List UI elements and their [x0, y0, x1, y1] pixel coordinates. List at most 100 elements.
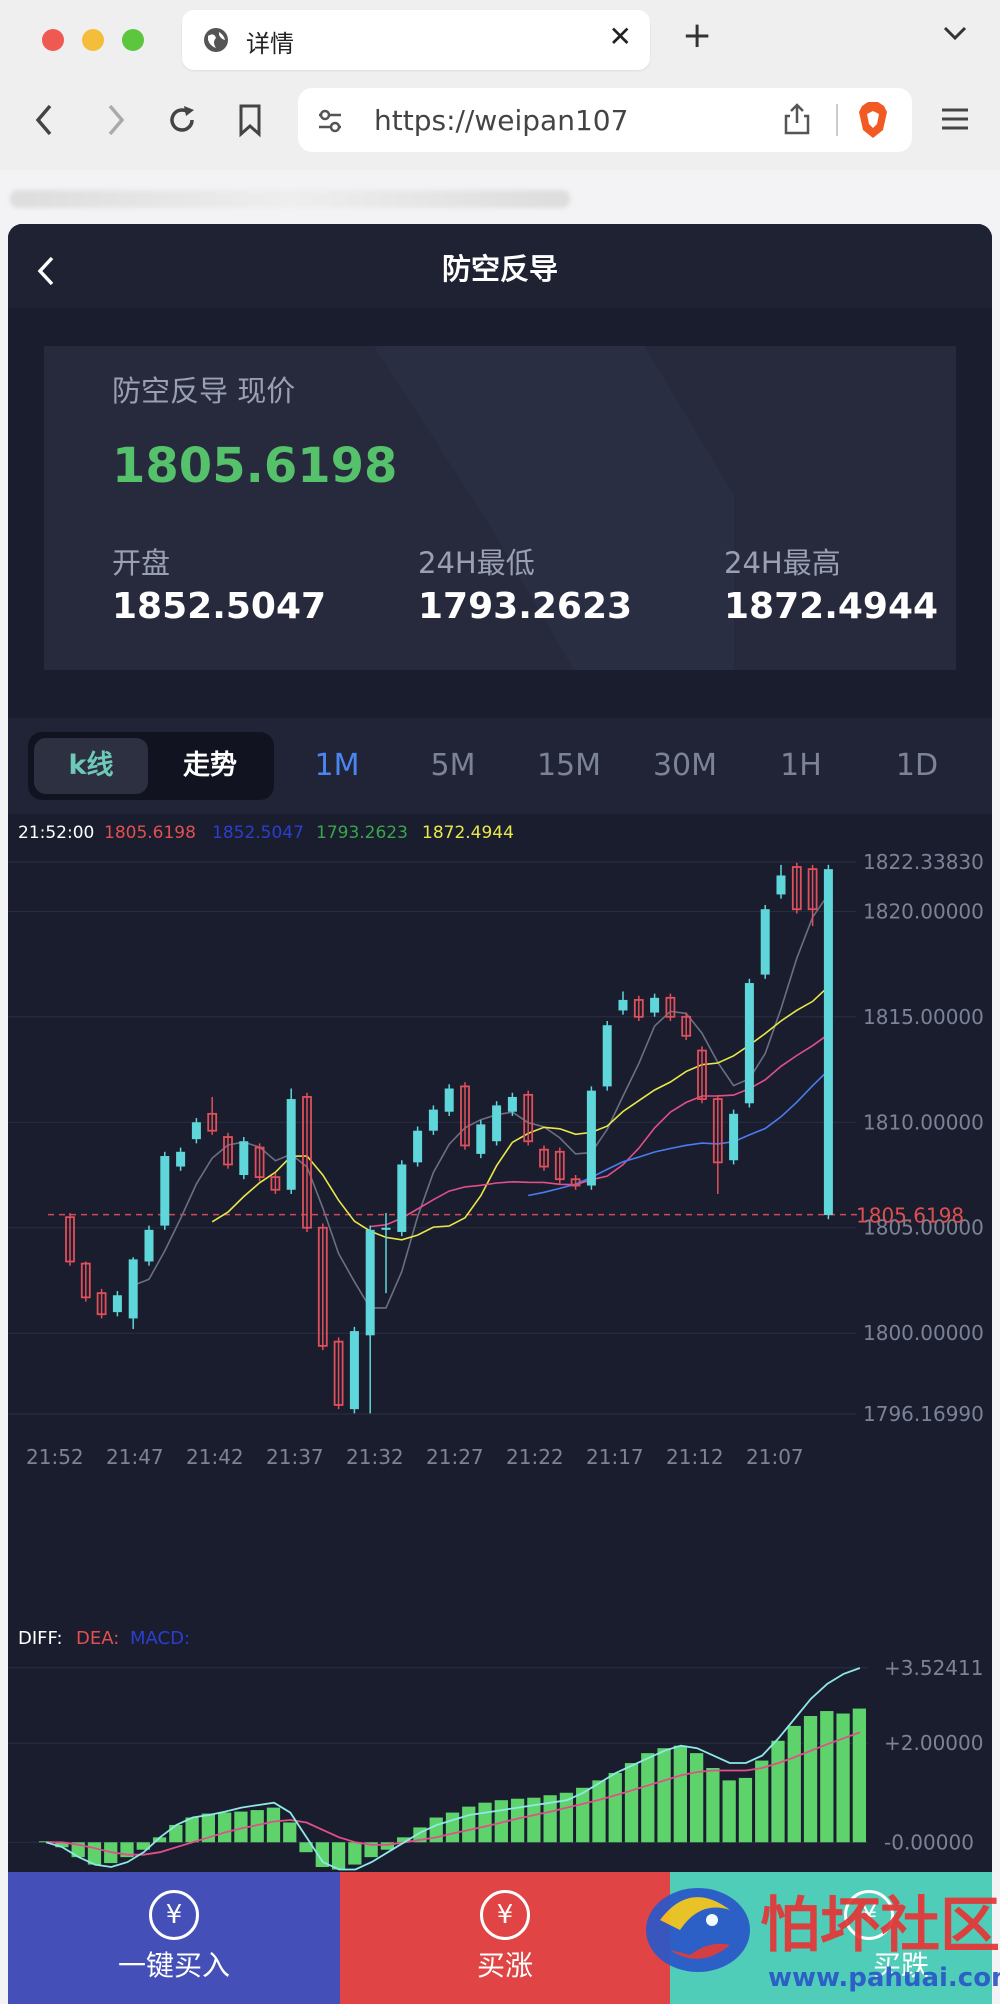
macd-legend-macd: MACD: [130, 1628, 190, 1649]
one-click-buy-button[interactable]: ¥ 一键买入 [8, 1872, 340, 2004]
candle-body [176, 1151, 186, 1167]
period-1h[interactable]: 1H [756, 718, 846, 814]
macd-bar [689, 1753, 704, 1843]
macd-bar [820, 1711, 834, 1843]
x-tick-label: 21:17 [586, 1445, 644, 1469]
period-5m[interactable]: 5M [408, 718, 498, 814]
chart-area[interactable]: 21:52:00 1805.6198 1852.5047 1793.2623 1… [8, 814, 992, 1872]
period-1d[interactable]: 1D [872, 718, 962, 814]
ma10-line [211, 986, 829, 1241]
macd-bar [283, 1822, 297, 1843]
macd-bar [592, 1780, 606, 1843]
tab-kline[interactable]: k线 [34, 738, 148, 794]
candle-body [760, 909, 770, 975]
brave-shield-icon[interactable] [856, 100, 890, 140]
open-value: 1852.5047 [112, 586, 327, 627]
macd-bar [771, 1740, 785, 1843]
url-text[interactable]: https://weipan107 [374, 104, 628, 137]
candle-body [397, 1164, 407, 1232]
info-time: 21:52:00 [18, 823, 94, 843]
candle-body [444, 1088, 454, 1112]
x-tick-label: 21:22 [506, 1445, 564, 1469]
macd-bar [218, 1812, 232, 1843]
buy-up-label: 买涨 [476, 1949, 533, 1982]
info-value-4: 1872.4944 [422, 823, 514, 843]
x-tick-label: 21:12 [666, 1445, 724, 1469]
macd-legend-diff: DIFF: [18, 1628, 63, 1649]
candle-body [776, 875, 786, 895]
candle-body [239, 1141, 249, 1176]
candle-body [586, 1090, 596, 1186]
open-label: 开盘 [112, 546, 171, 580]
menu-icon[interactable] [940, 106, 970, 132]
macd-bar [803, 1716, 818, 1843]
period-30m[interactable]: 30M [640, 718, 730, 814]
low-value: 1793.2623 [418, 586, 633, 627]
candle-body [729, 1113, 739, 1161]
candle-body [650, 997, 660, 1013]
x-tick-label: 21:07 [746, 1445, 804, 1469]
macd-bar [478, 1802, 492, 1843]
candle-body [602, 1025, 612, 1087]
period-15m[interactable]: 15M [524, 718, 614, 814]
current-price-label: 防空反导 现价 [112, 374, 296, 408]
candle-body [112, 1295, 122, 1313]
app-container: 防空反导 防空反导 现价 1805.6198 开盘 1852.5047 24H最… [8, 224, 992, 2004]
x-tick-label: 21:47 [106, 1445, 164, 1469]
macd-bar [657, 1748, 671, 1843]
site-settings-icon[interactable] [316, 108, 344, 134]
x-tick-label: 21:37 [266, 1445, 324, 1469]
reload-icon[interactable] [164, 102, 200, 138]
info-value-1: 1805.6198 [104, 823, 196, 843]
zoom-window-button[interactable] [122, 29, 144, 51]
current-price-label: 1805.6198 [856, 1204, 964, 1228]
tab-trend[interactable]: 走势 [152, 738, 268, 794]
address-bar[interactable]: https://weipan107 [298, 88, 912, 152]
y-tick-label: 1820.00000 [863, 899, 984, 923]
macd-bar [755, 1760, 769, 1843]
forward-icon[interactable] [100, 102, 130, 138]
bookmark-icon[interactable] [236, 102, 264, 138]
app-header: 防空反导 [8, 224, 992, 308]
close-window-button[interactable] [42, 29, 64, 51]
share-icon[interactable] [782, 102, 812, 136]
yuan-up-icon: ¥ [480, 1890, 530, 1940]
x-tick-label: 21:52 [26, 1445, 84, 1469]
macd-bar [608, 1772, 622, 1843]
minimize-window-button[interactable] [82, 29, 104, 51]
macd-bar [462, 1806, 476, 1843]
y-tick-label: 1800.00000 [863, 1321, 984, 1345]
y-tick-label: 1815.00000 [863, 1005, 984, 1029]
macd-y-tick-label: +2.00000 [884, 1731, 983, 1755]
svg-text:怕坏社区: 怕坏社区 [760, 1891, 1000, 1961]
tab-close-button[interactable]: ✕ [609, 20, 632, 53]
low-label: 24H最低 [418, 546, 535, 580]
macd-bar [852, 1708, 866, 1843]
browser-tab[interactable]: 详情 ✕ [182, 10, 650, 70]
macd-bar [836, 1713, 850, 1843]
macd-bar [624, 1763, 639, 1843]
candle-body [365, 1229, 375, 1336]
back-icon[interactable] [30, 102, 60, 138]
macd-y-tick-label: +3.52411 [884, 1656, 983, 1680]
chart-svg[interactable]: 21:52:00 1805.6198 1852.5047 1793.2623 1… [8, 814, 992, 1872]
candle-body [744, 983, 754, 1104]
period-1m[interactable]: 1M [292, 718, 382, 814]
macd-bar [722, 1780, 736, 1843]
candle-body [413, 1130, 423, 1163]
candle-body [476, 1124, 486, 1154]
chevron-down-icon[interactable] [942, 24, 968, 42]
price-card: 防空反导 现价 1805.6198 开盘 1852.5047 24H最低 179… [44, 346, 956, 670]
candle-body [191, 1122, 201, 1140]
y-tick-label: 1822.33830 [863, 850, 984, 874]
new-tab-button[interactable]: + [682, 18, 712, 54]
candle-body [618, 999, 628, 1011]
one-click-buy-label: 一键买入 [117, 1949, 230, 1982]
blurred-region [10, 190, 570, 208]
watermark-logo: 怕坏社区 www.pahuai.com [646, 1888, 1000, 1993]
candle-body [381, 1227, 391, 1230]
candle-body [823, 869, 833, 1216]
info-value-2: 1852.5047 [212, 823, 304, 843]
macd-bar [706, 1768, 720, 1843]
chart-tabs: k线 走势 1M 5M 15M 30M 1H 1D [8, 718, 992, 814]
